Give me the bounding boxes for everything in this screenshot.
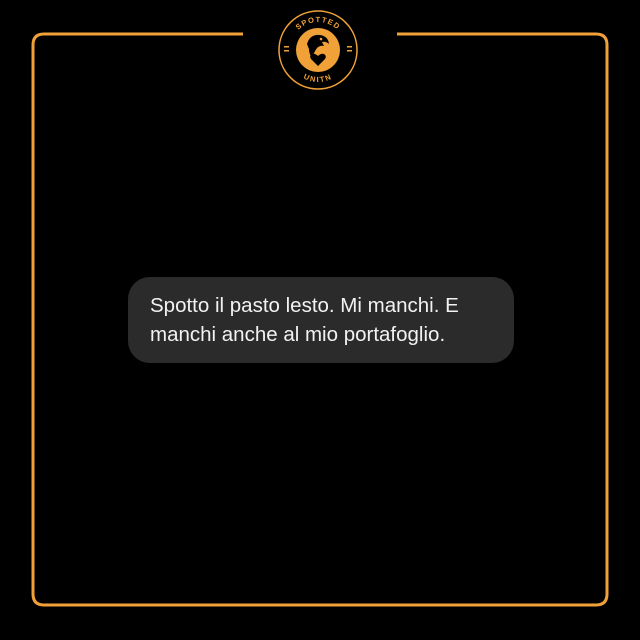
- message-line-2: manchi anche al mio portafoglio.: [150, 323, 446, 346]
- message-bubble: Spotto il pasto lesto. Mi manchi. E manc…: [128, 277, 514, 363]
- logo-emblem: SPOTTED UNITN: [278, 10, 358, 90]
- message-line-1: Spotto il pasto lesto. Mi manchi. E: [150, 294, 459, 317]
- post-canvas: SPOTTED UNITN Spotto il pasto lesto. Mi …: [0, 0, 640, 640]
